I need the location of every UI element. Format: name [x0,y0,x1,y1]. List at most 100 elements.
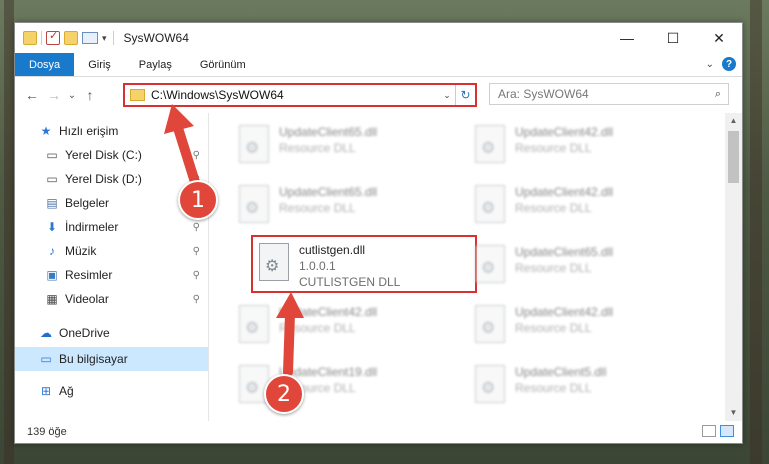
sidebar-item-label: Videolar [65,292,109,306]
item-count: 139 öğe [27,426,67,438]
drive-icon: ▭ [46,148,58,162]
scroll-up-icon[interactable]: ▲ [725,113,742,129]
file-tile[interactable]: UpdateClient65.dll Resource DLL [233,179,463,237]
download-icon: ⬇ [46,220,58,234]
tab-home[interactable]: Giriş [74,53,125,76]
sidebar-item-bu-bilgisayar[interactable]: ▭ Bu bilgisayar [15,347,208,371]
sidebar-item-label: Müzik [65,244,97,258]
details-view-icon[interactable] [702,425,716,437]
chevron-down-icon[interactable]: ⌄ [439,90,455,101]
search-input[interactable]: Ara: SysWOW64 [498,87,708,101]
documents-icon: ▤ [46,196,58,210]
new-folder-icon[interactable] [64,31,78,45]
file-type: Resource DLL [279,141,356,155]
view-switcher [702,425,734,437]
tab-share[interactable]: Paylaş [125,53,186,76]
dll-file-icon [475,305,505,343]
main-content: ★ Hızlı erişim ▭ Yerel Disk (C:) ⚲ ▭ Yerel Dis… [15,113,742,421]
dll-file-icon [475,245,505,283]
customize-view-icon[interactable] [82,32,98,44]
up-button[interactable]: ↑ [79,87,101,103]
folder-icon [130,89,145,101]
minimize-button[interactable]: — [604,23,650,53]
ribbon-tabs: Dosya Giriş Paylaş Görünüm ⌄ ? [15,53,742,77]
pictures-icon: ▣ [46,268,58,282]
dll-file-icon [259,243,289,281]
star-icon: ★ [40,124,52,138]
recent-locations-button[interactable]: ⌄ [65,90,79,101]
cloud-icon: ☁ [40,326,52,340]
dll-file-icon [475,185,505,223]
sidebar-item-müzik[interactable]: ♪ Müzik ⚲ [15,239,208,263]
file-tile-text: UpdateClient65.dll Resource DLL [515,245,613,275]
back-button[interactable]: ← [21,87,43,103]
file-tile-highlighted[interactable]: cutlistgen.dll 1.0.0.1 CUTLISTGEN DLL [251,235,477,293]
sidebar-item-label: İndirmeler [65,220,119,234]
refresh-button[interactable]: ↻ [455,85,475,105]
file-name: UpdateClient42.dll [515,305,614,319]
file-name: cutlistgen.dll [299,243,366,257]
window-controls: — ☐ ✕ [604,23,742,53]
status-bar: 139 öğe [15,421,742,443]
folder-icon [23,31,37,45]
file-tile[interactable]: UpdateClient65.dll Resource DLL [469,239,699,297]
sidebar-item-onedrive[interactable]: ☁ OneDrive [15,321,208,345]
sidebar-item-label: Ağ [59,384,74,398]
forward-button[interactable]: → [43,87,65,103]
dll-file-icon [475,125,505,163]
file-tile-text: UpdateClient5.dll Resource DLL [515,365,606,395]
sidebar-item-videolar[interactable]: ▦ Videolar ⚲ [15,287,208,311]
computer-icon: ▭ [40,352,52,366]
video-icon: ▦ [46,292,58,306]
help-icon[interactable]: ? [722,57,736,71]
close-button[interactable]: ✕ [696,23,742,53]
file-tile-text: UpdateClient65.dll Resource DLL [279,185,377,215]
maximize-button[interactable]: ☐ [650,23,696,53]
file-type: Resource DLL [515,261,592,275]
scrollbar-thumb[interactable] [728,131,739,183]
pin-icon[interactable]: ⚲ [193,294,200,305]
toolbar-divider [41,31,42,45]
scroll-down-icon[interactable]: ▼ [725,405,742,421]
sidebar-item-i-ndirmeler[interactable]: ⬇ İndirmeler ⚲ [15,215,208,239]
chevron-down-icon[interactable]: ▾ [102,33,107,44]
file-type: CUTLISTGEN DLL [299,275,401,289]
pin-icon[interactable]: ⚲ [193,270,200,281]
file-type: Resource DLL [279,201,356,215]
file-version: 1.0.0.1 [299,259,336,273]
background-tree [4,0,14,464]
tab-view[interactable]: Görünüm [186,53,260,76]
pin-icon[interactable]: ⚲ [193,246,200,257]
file-tile[interactable]: UpdateClient5.dll Resource DLL [469,359,699,417]
pin-icon[interactable]: ⚲ [193,222,200,233]
file-type: Resource DLL [515,201,592,215]
background-tree [750,0,762,464]
file-tile[interactable]: UpdateClient42.dll Resource DLL [469,119,699,177]
file-name: UpdateClient65.dll [515,245,614,259]
file-tile-text: UpdateClient42.dll Resource DLL [515,185,613,215]
sidebar-item-label: OneDrive [59,326,110,340]
file-name: UpdateClient65.dll [279,185,378,199]
search-box[interactable]: Ara: SysWOW64 ⌕ [489,83,729,105]
file-type: Resource DLL [515,381,592,395]
file-tile[interactable]: UpdateClient42.dll Resource DLL [469,179,699,237]
vertical-scrollbar[interactable]: ▲ ▼ [725,113,742,421]
file-name: UpdateClient5.dll [515,365,607,379]
sidebar-item-resimler[interactable]: ▣ Resimler ⚲ [15,263,208,287]
title-bar: ▾ SysWOW64 — ☐ ✕ [15,23,742,53]
title-divider [112,31,114,45]
expand-ribbon-icon[interactable]: ⌄ [706,59,714,70]
dll-file-icon [239,185,269,223]
callout-arrow-2 [276,292,304,377]
music-icon: ♪ [49,244,55,258]
tiles-view-icon[interactable] [720,425,734,437]
sidebar-item-label: Bu bilgisayar [59,352,128,366]
properties-check-icon[interactable] [46,29,60,45]
drive-icon: ▭ [46,172,58,186]
search-icon[interactable]: ⌕ [708,88,728,101]
file-tile[interactable]: UpdateClient42.dll Resource DLL [469,299,699,357]
file-tile[interactable]: UpdateClient65.dll Resource DLL [233,119,463,177]
tab-file[interactable]: Dosya [15,53,75,76]
sidebar-item-ağ[interactable]: ⊞ Ağ [15,379,208,403]
ribbon-right-controls: ⌄ ? [706,57,736,71]
